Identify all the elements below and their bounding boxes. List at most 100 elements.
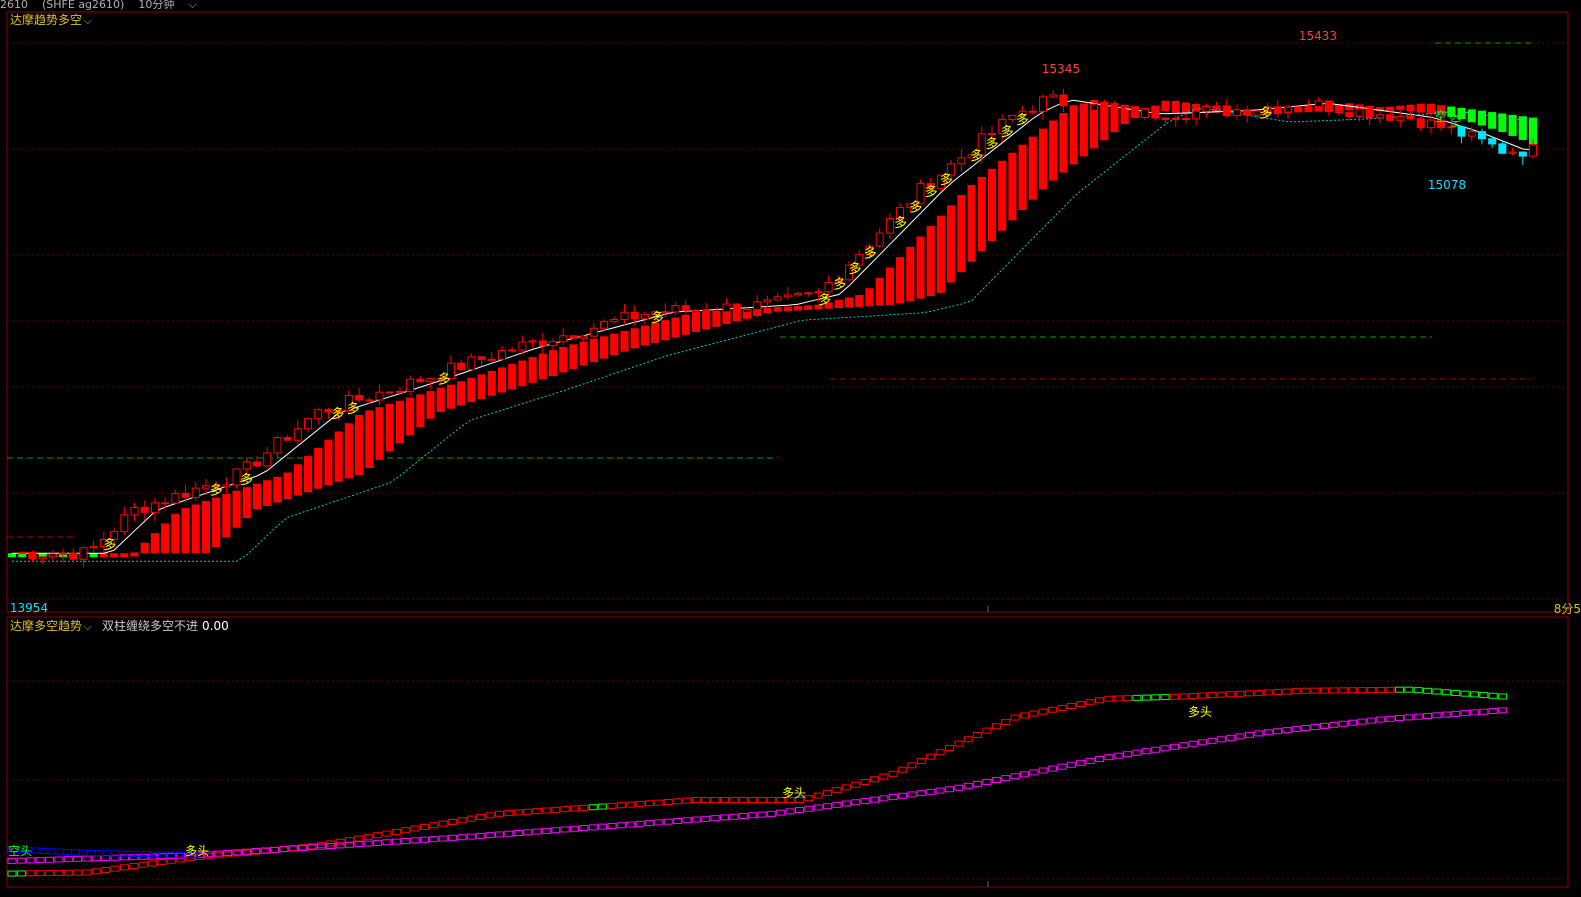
trend-band-bar [559, 347, 568, 373]
sub-series-bar [485, 812, 495, 819]
sub-series-bar [1038, 708, 1048, 715]
sub-series-bar [1348, 687, 1358, 694]
chart-canvas[interactable]: 多多多多 多多多多多多多多多多多多多多多多空空153451543315078139… [0, 0, 1581, 897]
candlestick [140, 500, 149, 521]
candlestick [1049, 89, 1058, 99]
sub-series-bar [391, 838, 401, 845]
trend-band-bar [1477, 110, 1487, 126]
sub-series-bar [973, 731, 983, 738]
sub-series-bar [1460, 690, 1470, 697]
candle-body [263, 452, 272, 467]
trend-label: 空头 [8, 844, 32, 858]
sub-series-bar [1141, 748, 1151, 755]
sub-series-bar [1254, 689, 1264, 696]
candlestick [620, 304, 629, 326]
sub-series-bar [410, 825, 420, 832]
sub-series-bar [1198, 739, 1208, 746]
candlestick [1232, 104, 1241, 120]
candlestick [28, 550, 37, 562]
sub-series-bar [1029, 769, 1039, 776]
sub-series-bar [16, 870, 26, 877]
sub-series-bar [663, 798, 673, 805]
candle-body [1110, 105, 1119, 109]
sub-series-bar [1169, 743, 1179, 750]
sub-series-bar [70, 849, 80, 856]
sub-series-bar [86, 849, 96, 856]
candlestick [783, 287, 792, 300]
main-bottom-right-label: 8分5 [1553, 602, 1581, 616]
sub-series-bar [1235, 690, 1245, 697]
sub-series-bar [1188, 693, 1198, 700]
sub-series-bar [419, 823, 429, 830]
sub-series-bar [1132, 749, 1142, 756]
sub-series-bar [616, 802, 626, 809]
sub-series-bar [485, 832, 495, 839]
trend-band-bar [845, 297, 854, 308]
bull-signal-label: 多 [347, 401, 360, 417]
sub-indicator-selector[interactable]: 达摩多空趋势 ⌵ [10, 617, 92, 634]
trend-band-bar [395, 400, 404, 444]
candle-body [1130, 106, 1139, 118]
sub-series-bar [963, 782, 973, 789]
sub-series-bar [644, 800, 654, 807]
sub-series-bar [710, 797, 720, 803]
candlestick [191, 482, 200, 501]
candlestick [1130, 105, 1139, 119]
sub-series-bar [710, 815, 720, 822]
trend-label: 多头 [782, 786, 806, 800]
trend-band-bar [508, 364, 517, 390]
sub-series-bar [279, 846, 289, 853]
candlestick [763, 295, 772, 310]
candle-body [477, 356, 486, 360]
trend-band-bar [303, 456, 313, 493]
candlestick [293, 420, 302, 445]
sub-series-bar [1113, 752, 1123, 759]
trend-band-bar [906, 246, 915, 301]
sub-series [7, 846, 200, 859]
main-indicator-selector[interactable]: 达摩趋势多空 ⌵ [10, 11, 92, 28]
bull-signal-label: 多 [1016, 112, 1029, 128]
trend-band-bar [89, 553, 98, 558]
candle-body [753, 301, 762, 311]
trend-label: 多头 [185, 844, 209, 858]
trend-band-bar [957, 195, 966, 273]
bull-signal-label: 多 [240, 472, 253, 488]
sub-series-bar [579, 804, 589, 811]
candle-body [140, 506, 149, 513]
price-annotation: 15433 [1299, 29, 1337, 43]
candlestick [263, 446, 272, 468]
sub-series-bar [1488, 692, 1498, 699]
sub-series-bar [1235, 733, 1245, 740]
sub-series-bar [1291, 726, 1301, 733]
sub-series-bar [579, 825, 589, 832]
sub-series-bar [35, 870, 45, 877]
trend-band-bar [355, 415, 364, 475]
candle-body [1498, 143, 1507, 154]
sub-series-bar [26, 870, 36, 877]
sub-series-bar [1338, 720, 1348, 727]
trend-band-bar [457, 381, 466, 406]
candlestick [1008, 114, 1017, 123]
candlestick [283, 434, 292, 441]
sub-series-bar [354, 841, 364, 848]
trend-band-bar [120, 553, 129, 558]
candle-body [375, 391, 384, 401]
sub-series-bar [748, 812, 758, 819]
trend-band-bar [7, 553, 17, 558]
sub-series-bar [213, 852, 223, 859]
candlestick [222, 477, 231, 494]
sub-series-bar [269, 846, 279, 853]
candlestick [610, 316, 619, 324]
trend-band-bar [293, 464, 302, 496]
sub-series-bar [35, 857, 45, 864]
sub-series-bar [1338, 687, 1348, 694]
candle-body [365, 399, 374, 402]
sub-series-bar [382, 830, 392, 837]
sub-series-bar [982, 727, 992, 734]
sub-series-bar [7, 857, 17, 864]
sub-series-bar [654, 819, 664, 826]
sub-series-bar [560, 826, 570, 833]
trend-band-bar [314, 447, 323, 489]
candle-body [549, 341, 558, 347]
bull-signal-label: 多 [210, 482, 223, 498]
